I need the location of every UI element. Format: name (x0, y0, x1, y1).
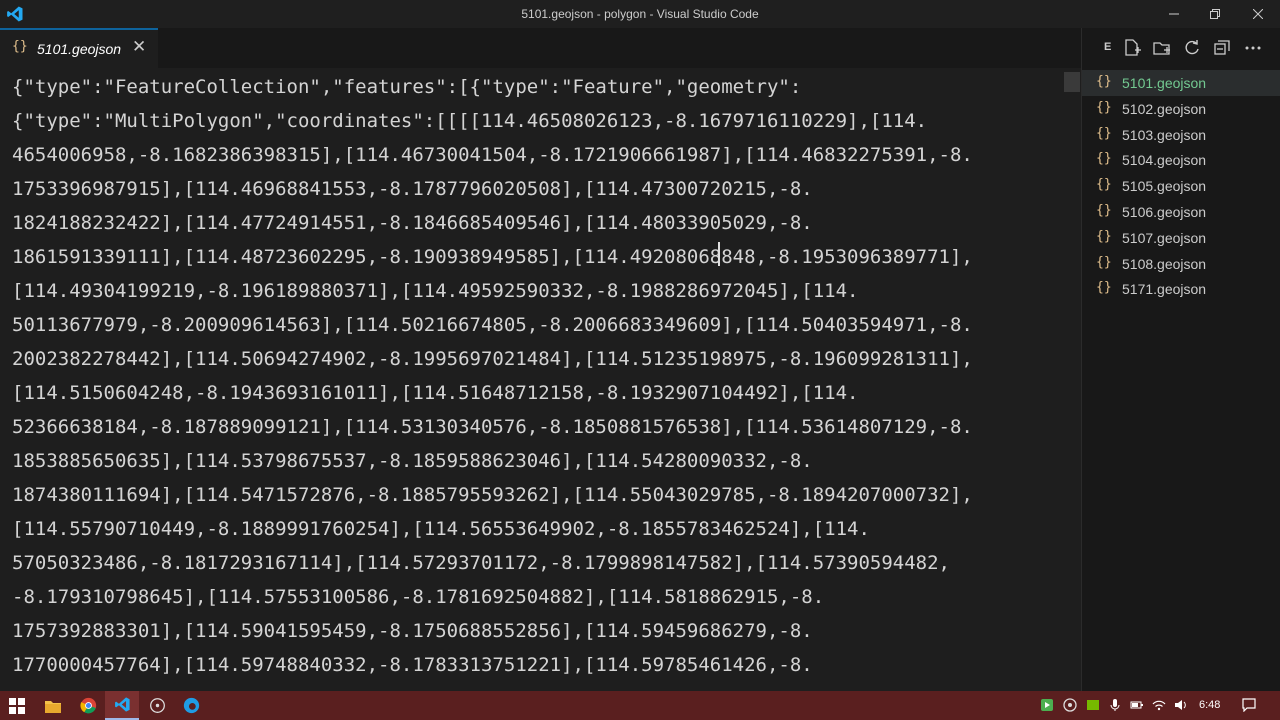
json-file-icon: {} (1096, 125, 1112, 141)
braces-icon: {} (12, 39, 28, 54)
tab-label: 5101.geojson (37, 41, 122, 57)
edge-icon (183, 697, 199, 714)
wifi-icon[interactable] (1152, 698, 1166, 712)
taskbar-vscode[interactable] (105, 691, 139, 720)
file-item-5101[interactable]: {} 5101.geojson (1082, 70, 1280, 96)
taskbar-file-explorer[interactable] (36, 691, 70, 720)
taskbar-media[interactable] (140, 691, 174, 720)
close-window-button[interactable] (1236, 0, 1280, 28)
volume-icon[interactable] (1174, 698, 1188, 712)
code-line: 57050323486,-8.1817293167114],[114.57293… (12, 552, 950, 574)
json-file-icon: {} (1096, 99, 1112, 115)
file-item-5105[interactable]: {} 5105.geojson (1082, 173, 1280, 199)
more-icon[interactable] (1243, 38, 1263, 58)
code-line: 1874380111694],[114.5471572876,-8.188579… (12, 484, 973, 506)
taskbar-chrome[interactable] (71, 691, 105, 720)
file-name: 5171.geojson (1122, 281, 1207, 298)
file-item-5104[interactable]: {} 5104.geojson (1082, 147, 1280, 173)
taskbar-clock[interactable]: 6:48 (1199, 699, 1220, 711)
collapse-all-icon[interactable] (1212, 38, 1232, 58)
file-item-5171[interactable]: {} 5171.geojson (1082, 276, 1280, 302)
code-editor[interactable]: {"type":"FeatureCollection","features":[… (0, 68, 1082, 691)
media-icon (149, 698, 165, 713)
file-name: 5107.geojson (1122, 229, 1207, 246)
editor-tab-bar: {} 5101.geojson ✕ (0, 28, 1082, 69)
restore-icon (1210, 9, 1220, 19)
file-item-5106[interactable]: {} 5106.geojson (1082, 199, 1280, 225)
title-bar: 5101.geojson - polygon - Visual Studio C… (0, 0, 1280, 28)
file-list: {} 5101.geojson {} 5102.geojson {} 5103.… (1082, 70, 1280, 302)
code-line: -8.179310798645],[114.57553100586,-8.178… (12, 586, 825, 608)
code-line: 1861591339111],[114.48723602295,-8.19093… (12, 246, 973, 268)
code-line: 2002382278442],[114.50694274902,-8.19956… (12, 348, 973, 370)
json-file-icon: {} (1096, 228, 1112, 244)
code-line: 4654006958,-8.1682386398315],[114.467300… (12, 144, 973, 166)
tray-nvidia-icon[interactable] (1086, 698, 1100, 712)
code-line: {"type":"MultiPolygon","coordinates":[[[… (12, 110, 928, 132)
file-name: 5106.geojson (1122, 203, 1207, 220)
file-name: 5101.geojson (1122, 75, 1207, 91)
new-file-icon[interactable] (1122, 38, 1142, 58)
close-icon (1253, 9, 1263, 19)
json-file-icon: {} (1096, 280, 1112, 296)
code-line: 1824188232422],[114.47724914551,-8.18466… (12, 212, 813, 234)
tray-green-icon[interactable] (1040, 698, 1054, 712)
file-item-5103[interactable]: {} 5103.geojson (1082, 122, 1280, 148)
chrome-icon (79, 697, 96, 714)
file-item-5108[interactable]: {} 5108.geojson (1082, 251, 1280, 277)
taskbar-edge[interactable] (174, 691, 208, 720)
file-explorer-icon (45, 700, 61, 713)
code-line: 1770000457764],[114.59748840332,-8.17833… (12, 654, 813, 676)
file-item-5107[interactable]: {} 5107.geojson (1082, 225, 1280, 251)
text-cursor (718, 242, 720, 266)
microphone-icon[interactable] (1108, 698, 1122, 712)
explorer-toolbar: E (1082, 28, 1280, 68)
code-line: [114.55790710449,-8.1889991760254],[114.… (12, 518, 870, 540)
code-line: 1753396987915],[114.46968841553,-8.17877… (12, 178, 813, 200)
minimize-icon (1169, 13, 1179, 15)
explorer-panel: E {} 5101.geojson {} 5102.geojson {} 510… (1082, 28, 1280, 691)
new-folder-icon[interactable] (1152, 38, 1172, 58)
file-name: 5104.geojson (1122, 152, 1207, 169)
windows-taskbar: 6:48 (0, 691, 1280, 720)
code-content[interactable]: {"type":"FeatureCollection","features":[… (12, 70, 973, 682)
explorer-title: E (1104, 41, 1112, 53)
minimap-scroll-thumb[interactable] (1064, 72, 1080, 92)
file-name: 5102.geojson (1122, 100, 1207, 117)
refresh-icon[interactable] (1182, 38, 1202, 58)
json-file-icon: {} (1096, 177, 1112, 193)
battery-icon[interactable] (1130, 698, 1144, 712)
windows-start-icon (9, 697, 25, 714)
code-line: [114.49304199219,-8.196189880371],[114.4… (12, 280, 859, 302)
file-name: 5108.geojson (1122, 255, 1207, 272)
minimize-button[interactable] (1152, 0, 1196, 28)
file-name: 5103.geojson (1122, 126, 1207, 143)
vscode-icon (114, 697, 130, 712)
close-tab-icon[interactable]: ✕ (132, 37, 146, 57)
file-name: 5105.geojson (1122, 178, 1207, 195)
code-line: {"type":"FeatureCollection","features":[… (12, 76, 802, 98)
json-file-icon: {} (1096, 202, 1112, 218)
code-line: 50113677979,-8.200909614563],[114.502166… (12, 314, 973, 336)
code-line: 1757392883301],[114.59041595459,-8.17506… (12, 620, 813, 642)
notification-icon[interactable] (1242, 698, 1256, 712)
tab-5101-geojson[interactable]: {} 5101.geojson ✕ (0, 28, 158, 69)
code-line: 52366638184,-8.187889099121],[114.531303… (12, 416, 973, 438)
json-file-icon: {} (1096, 254, 1112, 270)
json-file-icon: {} (1096, 74, 1112, 89)
code-line: 1853885650635],[114.53798675537,-8.18595… (12, 450, 813, 472)
json-file-icon: {} (1096, 151, 1112, 167)
window-title: 5101.geojson - polygon - Visual Studio C… (521, 7, 759, 21)
code-line: [114.5150604248,-8.1943693161011],[114.5… (12, 382, 859, 404)
file-item-5102[interactable]: {} 5102.geojson (1082, 96, 1280, 122)
restore-button[interactable] (1193, 0, 1237, 28)
tray-app-icon[interactable] (1063, 698, 1077, 712)
start-button[interactable] (0, 691, 34, 720)
